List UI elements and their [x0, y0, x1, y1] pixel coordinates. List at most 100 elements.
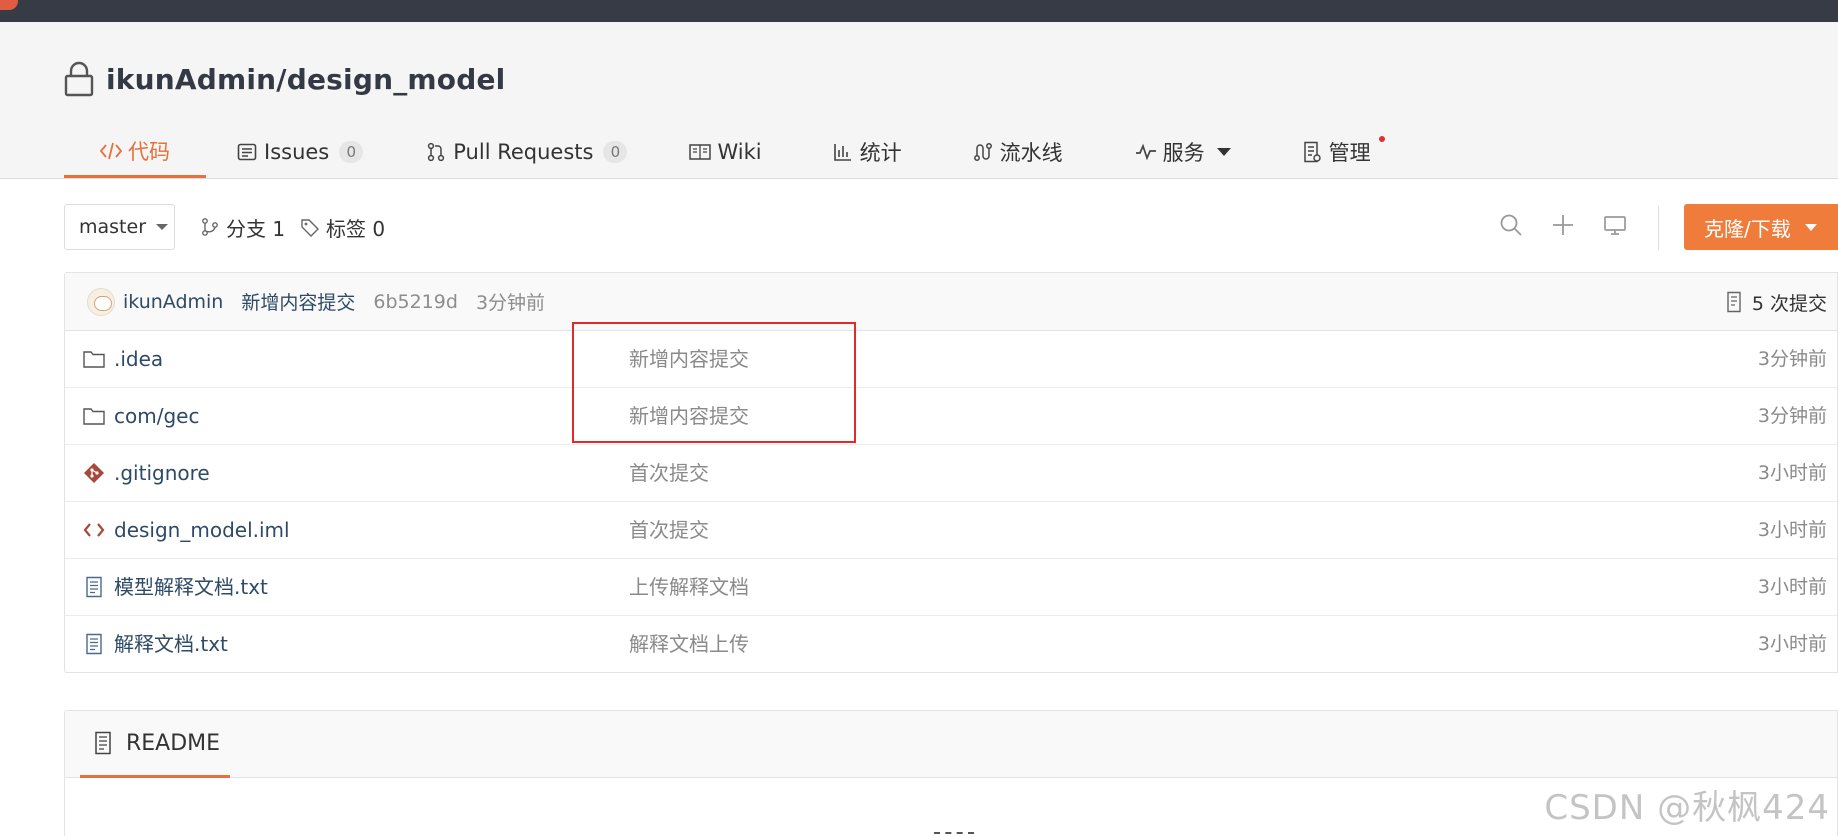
annotation-highlight-box [572, 322, 856, 443]
book-icon [689, 141, 712, 163]
tab-code[interactable]: 代码 [64, 126, 206, 178]
repo-tabs: 代码 Issues 0 Pull Requests 0 Wiki 统计 流水线 … [64, 126, 1407, 178]
lock-icon [64, 61, 94, 97]
pull-requests-count-badge: 0 [603, 141, 628, 163]
file-commit-message[interactable]: 首次提交 [629, 502, 709, 559]
readme-header: README [65, 711, 1837, 778]
table-row: .idea 新增内容提交 3分钟前 [65, 331, 1837, 388]
tab-label: Pull Requests [453, 140, 594, 164]
branches-label: 分支 1 [226, 216, 286, 241]
file-name-link[interactable]: design_model.iml [114, 502, 290, 559]
commit-sha-link[interactable]: 6b5219d [373, 291, 458, 313]
tags-label: 标签 0 [326, 216, 386, 241]
branch-select[interactable]: master [64, 204, 175, 250]
gitee-logo-icon[interactable] [0, 0, 18, 10]
tab-services[interactable]: 服务 [1099, 126, 1267, 178]
tab-pull-requests[interactable]: Pull Requests 0 [399, 126, 663, 178]
file-list: ikunAdmin 新增内容提交 6b5219d 3分钟前 5 次提交 .ide… [64, 272, 1838, 673]
plus-icon [1551, 213, 1575, 241]
folder-icon [83, 348, 105, 370]
tag-icon [300, 217, 320, 237]
file-commit-time: 3小时前 [1757, 462, 1827, 484]
file-commit-message[interactable]: 首次提交 [629, 445, 709, 502]
folder-icon [83, 405, 105, 427]
file-name-link[interactable]: .idea [114, 331, 163, 388]
tab-label: 管理 [1328, 141, 1371, 165]
table-row: 模型解释文档.txt 上传解释文档 3小时前 [65, 559, 1837, 616]
notification-dot [1378, 136, 1385, 142]
text-file-icon [83, 576, 105, 598]
tab-label: 流水线 [999, 141, 1063, 165]
issues-count-badge: 0 [339, 141, 364, 163]
pulse-icon [1135, 141, 1157, 163]
branches-link[interactable]: 分支 1 [200, 204, 285, 250]
file-commit-time: 3小时前 [1757, 633, 1827, 655]
git-icon [83, 462, 105, 484]
commit-count-label: 5 次提交 [1751, 292, 1827, 315]
tab-manage[interactable]: 管理 [1267, 126, 1407, 178]
watermark: CSDN @秋枫424 [1544, 788, 1830, 828]
clone-download-label: 克隆/下载 [1704, 216, 1791, 241]
file-commit-time: 3小时前 [1757, 519, 1827, 541]
tab-wiki[interactable]: Wiki [663, 126, 797, 178]
pull-request-icon [425, 141, 447, 163]
clone-download-button[interactable]: 克隆/下载 [1684, 204, 1838, 250]
chevron-down-icon [1216, 148, 1231, 156]
search-button[interactable] [1496, 212, 1526, 242]
file-name-link[interactable]: com/gec [114, 388, 199, 445]
settings-doc-icon [1301, 141, 1323, 163]
code-file-icon [83, 519, 105, 541]
file-commit-message[interactable]: 解释文档上传 [629, 616, 749, 673]
repo-header: ikunAdmin/design_model 代码 Issues 0 Pull … [0, 22, 1838, 179]
tab-statistics[interactable]: 统计 [798, 126, 938, 178]
table-row: .gitignore 首次提交 3小时前 [65, 445, 1837, 502]
search-icon [1499, 213, 1523, 241]
tab-label: 代码 [128, 139, 170, 164]
commits-icon [1726, 291, 1744, 313]
toolbar-divider [1658, 206, 1659, 250]
tab-readme[interactable]: README [80, 711, 230, 778]
web-ide-button[interactable] [1600, 212, 1630, 242]
branch-icon [200, 217, 220, 237]
tab-pipeline[interactable]: 流水线 [938, 126, 1099, 178]
pipeline-icon [972, 141, 994, 163]
commit-author-link[interactable]: ikunAdmin [123, 291, 223, 313]
file-commit-time: 3分钟前 [1757, 348, 1827, 370]
table-row: com/gec 新增内容提交 3分钟前 [65, 388, 1837, 445]
file-commit-time: 3小时前 [1757, 576, 1827, 598]
file-commit-time: 3分钟前 [1757, 405, 1827, 427]
branch-select-value: master [79, 216, 147, 238]
add-file-button[interactable] [1548, 212, 1578, 242]
file-name-link[interactable]: .gitignore [114, 445, 210, 502]
readme-content-fragment [934, 832, 974, 836]
file-name-link[interactable]: 模型解释文档.txt [114, 559, 268, 616]
tab-label: 统计 [859, 141, 902, 165]
tab-label: Wiki [717, 140, 762, 164]
latest-commit-bar: ikunAdmin 新增内容提交 6b5219d 3分钟前 5 次提交 [65, 273, 1837, 331]
issues-icon [236, 141, 258, 163]
document-icon [94, 731, 114, 755]
tab-issues[interactable]: Issues 0 [206, 126, 399, 178]
file-name-link[interactable]: 解释文档.txt [114, 616, 228, 673]
bar-chart-icon [832, 141, 854, 163]
chevron-down-icon [1804, 223, 1817, 231]
text-file-icon [83, 633, 105, 655]
tab-label: 服务 [1162, 141, 1205, 165]
code-icon [100, 140, 122, 162]
readme-tab-label: README [126, 730, 221, 756]
table-row: 解释文档.txt 解释文档上传 3小时前 [65, 616, 1837, 673]
commit-time: 3分钟前 [475, 292, 546, 314]
avatar[interactable] [87, 287, 115, 316]
file-commit-message[interactable]: 上传解释文档 [629, 559, 749, 616]
repo-title: ikunAdmin/design_model [64, 58, 505, 100]
tab-label: Issues [264, 140, 330, 164]
repo-toolbar: master 分支 1 标签 0 克隆/下载 [64, 204, 1838, 250]
commit-message-link[interactable]: 新增内容提交 [241, 288, 355, 315]
commit-count-link[interactable]: 5 次提交 [1726, 273, 1827, 331]
tags-link[interactable]: 标签 0 [300, 204, 385, 250]
chevron-down-icon [156, 224, 169, 230]
monitor-icon [1603, 213, 1627, 241]
table-row: design_model.iml 首次提交 3小时前 [65, 502, 1837, 559]
repo-name-link[interactable]: ikunAdmin/design_model [106, 63, 505, 96]
top-navigation-bar [0, 0, 1838, 22]
